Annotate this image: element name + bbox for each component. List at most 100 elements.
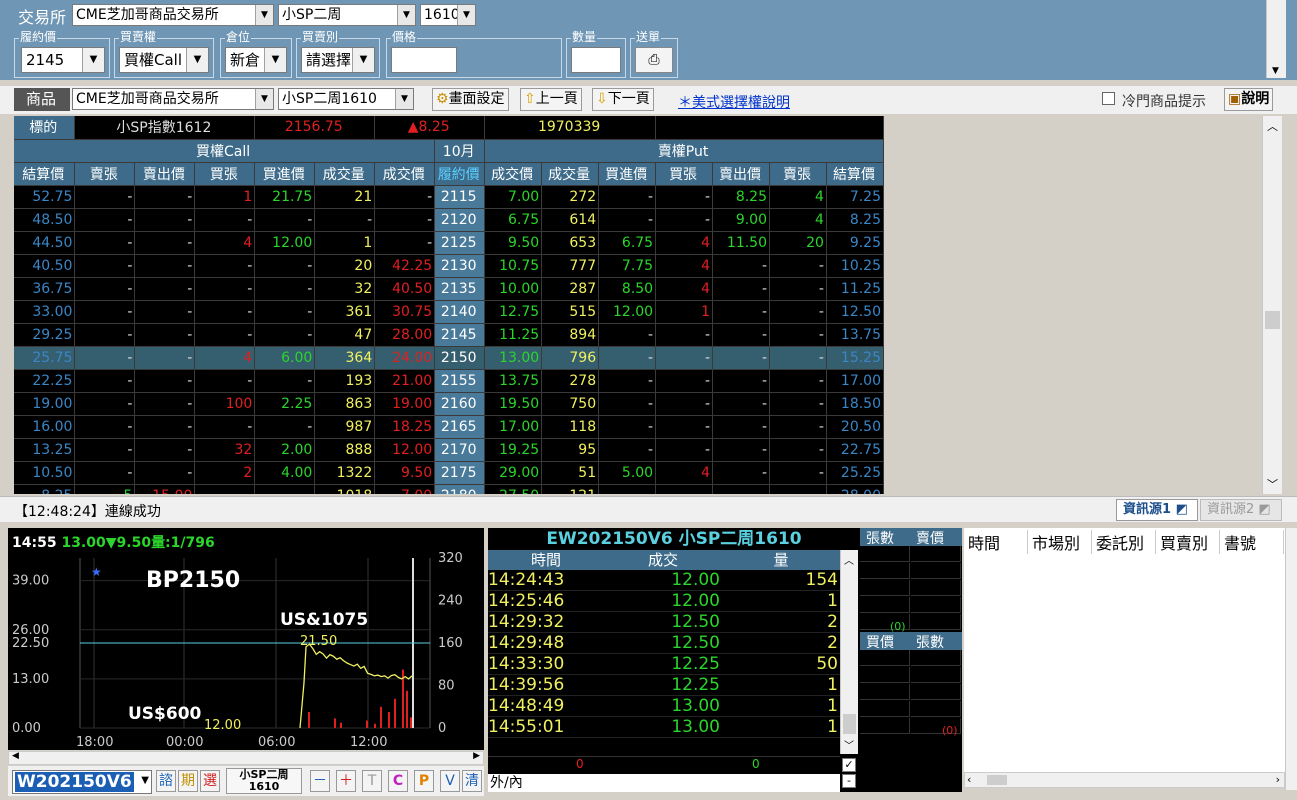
scroll-thumb[interactable] [1265,311,1280,329]
quote-row[interactable]: 22.25- - - -193 21.00 2155 13.75 278- - - -17.00 [14,369,884,393]
explain-button[interactable]: ▣說明 [1224,88,1274,111]
symbol-select[interactable]: W202150V6 ▼ [12,770,152,794]
tick-time: 14:39:56 [488,675,565,695]
in-value: 0 [752,757,760,771]
put-button[interactable]: P [414,770,434,792]
clear-button[interactable]: 清 [462,770,482,792]
orders-column-header: 時間 [966,530,1028,554]
cp-select[interactable]: 買權Call ▼ [119,47,209,73]
quote-cell: - [134,323,196,347]
strike-cell: 2165 [434,415,486,439]
position-select[interactable]: 新倉 ▼ [225,47,287,73]
volume-bar [394,698,396,728]
toolbar-exchange-select[interactable]: CME芝加哥商品交易所 ▼ [72,88,274,110]
minus-icon[interactable]: - [842,774,856,788]
t-button[interactable]: T [362,770,382,792]
chart-hscrollbar[interactable]: ◀ ▶ [8,751,484,765]
month-select[interactable]: 1610 ▼ [420,4,476,26]
minus-button[interactable]: － [310,770,330,792]
source1-tab[interactable]: 資訊源1 ◩ [1116,499,1198,521]
cold-product-checkbox[interactable] [1102,92,1115,105]
quote-row[interactable]: 16.00- - - -987 18.25 2165 17.00 118- - - -20.50 [14,415,884,439]
settings-button[interactable]: ⚙畫面設定 [432,88,509,111]
quote-cell: 18.25 [374,415,436,439]
book-icon: ▣ [1228,91,1242,107]
quote-row[interactable]: 19.00- -100 2.25 863 19.00 2160 19.50 750- - - -18… [14,392,884,416]
quote-cell: 40.50 [374,277,436,301]
volume-bar [374,723,376,728]
book-cell [860,684,910,700]
tick-scroll-thumb[interactable] [843,714,856,734]
quote-cell: 8.25 [712,185,770,209]
bs-select[interactable]: 請選擇 ▼ [301,47,375,73]
quote-scrollbar[interactable]: ︿ ﹀ [1262,116,1282,494]
quote-cell: - [74,208,136,232]
quote-cell: 25.25 [826,461,884,485]
quote-cell: 9.50 [374,461,436,485]
strike-select[interactable]: 2145 ▼ [21,47,105,73]
bs-label: 買賣別 [301,30,340,44]
exchange-select[interactable]: CME芝加哥商品交易所 ▼ [72,4,274,26]
quote-row[interactable]: 29.25- - - -47 28.00 2145 11.25 894- - - -13.75 [14,323,884,347]
toolbar-product-select[interactable]: 小SP二周1610 ▼ [278,88,414,110]
quote-row[interactable]: 13.25- -32 2.00 888 12.00 2170 19.25 95- - - -22.7… [14,438,884,462]
quote-cell: - [134,369,196,393]
orders-hscrollbar[interactable]: ‹ › [964,772,1285,788]
orders-vscrollbar[interactable] [1285,528,1297,790]
quote-row[interactable]: 48.50- - - - - -2120 6.75 614- -9.00 4 8.25 [14,208,884,232]
position-value: 新倉 [230,51,261,69]
quote-cell: 987 [314,415,376,439]
quote-cell: - [712,461,770,485]
ask-qty-header: 張數 [866,531,894,547]
futures-button[interactable]: 期 [178,770,198,792]
price-input[interactable] [391,47,457,73]
quote-row[interactable]: 10.50- -2 4.00 1322 9.50 2175 29.00 51 5.00 4- -25… [14,461,884,485]
orders-column-header: 書號 [1222,530,1284,554]
quote-row[interactable]: 8.25515.00--10187.00218027.50121----28.0… [14,484,884,494]
quote-cell: - [134,277,196,301]
quote-row[interactable]: 40.50- - - -20 42.25 2130 10.75 777 7.75 4- -10.25 [14,254,884,278]
quote-cell: - [598,323,657,347]
order-panel-scrollbar[interactable]: ▼ [1266,0,1286,78]
product-value: 小SP二周 [282,7,342,23]
check-icon[interactable]: ✓ [842,758,856,772]
quote-cell: 888 [314,438,376,462]
column-header: 成交價 [484,162,543,186]
quote-row[interactable]: 44.50- -4 12.00 1-2125 9.50 653 6.75 4 11.50 20 9.… [14,231,884,255]
source2-tab[interactable]: 資訊源2 ◩ [1200,499,1282,521]
product-select[interactable]: 小SP二周 ▼ [278,4,416,26]
quote-cell: - [712,415,770,439]
chart-price: 13.00 [61,535,106,551]
product-month-button[interactable]: 小SP二周 1610 [226,768,302,794]
quote-cell: 12.00 [254,231,316,255]
prev-page-button[interactable]: ⇧上一頁 [520,88,582,111]
underlying-label: 標的 [14,116,76,140]
send-order-button[interactable]: ⎙ [635,47,673,73]
quote-cell: 47 [314,323,376,347]
quote-cell: 6.75 [598,231,657,255]
quote-row[interactable]: 36.75- - - -32 40.50 2135 10.00 287 8.50 4- -11.25 [14,277,884,301]
tick-scrollbar[interactable]: ︿ ﹀ [840,550,858,754]
quote-row[interactable]: 25.75- -4 6.00 364 24.00 2150 13.00 796- - - -15.2… [14,346,884,370]
next-page-button[interactable]: ⇩下一頁 [592,88,654,111]
chart-low-label: 12.00 [204,718,242,733]
quote-cell: 515 [541,300,600,324]
quote-row[interactable]: 33.00- - - -361 30.75 2140 12.75 515 12.00 1- -12.… [14,300,884,324]
qty-input[interactable] [571,47,621,73]
quote-row[interactable]: 52.75- -1 21.75 21-2115 7.00 272- -8.25 4 7.25 [14,185,884,209]
underlying-price: 2156.75 [254,116,376,140]
consult-button[interactable]: 諮 [156,770,176,792]
plus-button[interactable]: ＋ [336,770,356,792]
v-button[interactable]: V [440,770,460,792]
options-button[interactable]: 選 [200,770,220,792]
call-button[interactable]: C [388,770,408,792]
tick-column-header: 時間 [530,551,561,569]
quote-cell: - [134,461,196,485]
american-options-help-link[interactable]: ＊美式選擇權說明 [678,92,790,112]
quote-cell: - [712,392,770,416]
orders-scroll-thumb[interactable] [987,775,1007,785]
out-value: 0 [576,757,584,771]
tick-title: EW202150V6 小SP二周1610 [546,529,802,549]
chevron-left-icon: ‹ [967,773,972,786]
quote-cell: 8.25 [826,208,884,232]
